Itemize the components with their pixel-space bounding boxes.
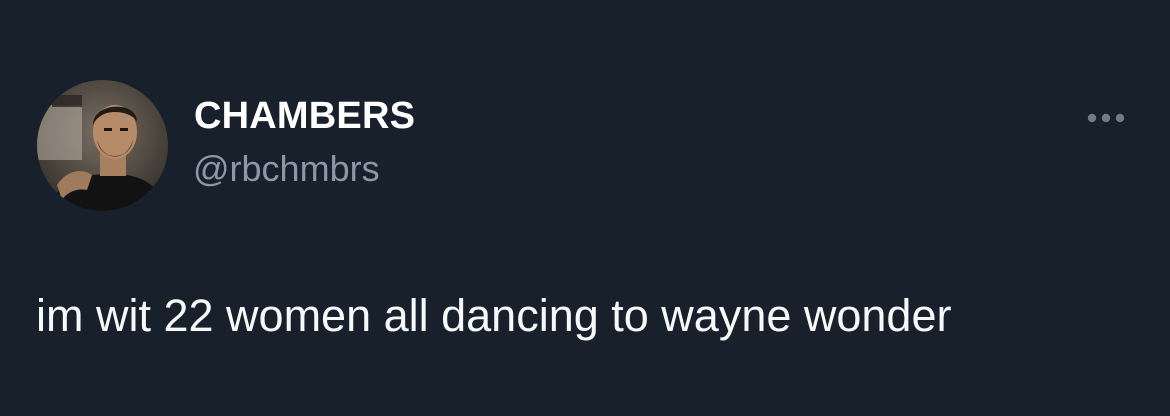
avatar[interactable] (37, 80, 168, 211)
author-display-name[interactable]: CHAMBERS (194, 94, 415, 138)
tweet-card: CHAMBERS @rbchmbrs im wit 22 women all d… (0, 0, 1170, 416)
more-options-button[interactable] (1082, 102, 1130, 134)
more-options-icon (1087, 113, 1125, 123)
avatar-photo-icon (37, 80, 168, 211)
author-handle[interactable]: @rbchmbrs (193, 148, 380, 190)
tweet-text: im wit 22 women all dancing to wayne won… (36, 290, 952, 341)
